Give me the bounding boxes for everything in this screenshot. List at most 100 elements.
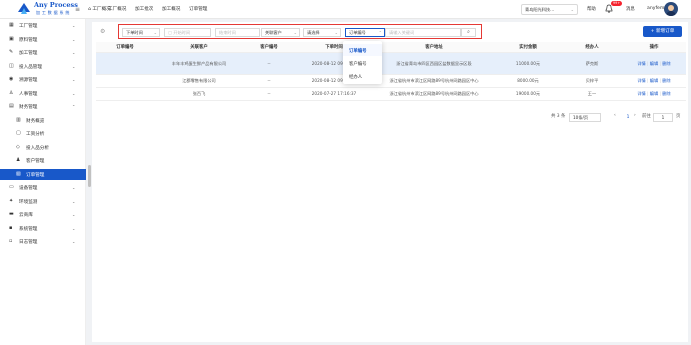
chevron-down-icon: ⌄ — [153, 30, 157, 35]
sidebar-scrollbar[interactable] — [88, 165, 91, 187]
page-size-select[interactable]: 10条/页 — [569, 113, 601, 122]
sidebar-item-3[interactable]: ◫ 投入品管理 ⌄ — [0, 61, 86, 72]
edit-link[interactable]: 编辑 — [650, 91, 658, 96]
table-row[interactable]: 江郡零售有限公司 -- 2020-08-12 09:00:00 浙江省杭州市滨江区网路… — [96, 74, 686, 88]
sidebar-item-0[interactable]: ▦ 工厂管理 ⌄ — [0, 20, 86, 31]
collapse-menu-icon[interactable]: ≡ — [75, 6, 80, 13]
column-header: 客户地址 — [374, 42, 494, 53]
box-icon: ▣ — [9, 35, 14, 42]
sidebar-item-label: 财务管理 — [19, 105, 38, 110]
chevron-down-icon: ⌄ — [570, 7, 574, 12]
add-order-button[interactable]: + 新增订单 — [643, 26, 682, 37]
table-cell: 江郡零售有限公司 — [154, 74, 244, 88]
sidebar-item-16[interactable]: ▫ 日志管理 ⌄ — [0, 236, 86, 247]
search-field-select[interactable]: 订单编号 ⌃ — [345, 28, 385, 37]
search-button[interactable]: ⌕ — [461, 28, 476, 37]
sidebar-item-5[interactable]: ♙ 人事管理 ⌄ — [0, 88, 86, 99]
table-row[interactable]: 丰年丰鸡蛋生鲜产品有限公司 -- 2020-08-12 09:00:00 浙江省青岛市… — [96, 52, 686, 75]
sidebar-item-label: 投入品分析 — [26, 145, 49, 151]
detail-link[interactable]: 详情 — [637, 61, 645, 66]
sidebar-item-label: 投入品管理 — [19, 64, 42, 70]
table-cell: -- — [244, 74, 294, 88]
logo-icon — [18, 3, 30, 14]
chevron-icon: ⌄ — [72, 50, 76, 55]
column-header: 客户编号 — [244, 42, 294, 53]
delete-link[interactable]: 删除 — [662, 78, 670, 83]
scan-icon: ◉ — [9, 76, 14, 82]
sidebar-item-12[interactable]: ▭ 设备管理 ⌄ — [0, 182, 86, 193]
table-cell — [96, 52, 154, 75]
avatar[interactable] — [664, 2, 678, 16]
username[interactable]: anyfem — [647, 6, 664, 11]
sidebar-item-1[interactable]: ▣ 原料管理 ⌄ — [0, 34, 86, 45]
sidebar-item-6[interactable]: ▤ 财务管理 ⌃ — [0, 101, 86, 112]
sidebar-item-label: 日志管理 — [19, 240, 38, 245]
prev-page-icon[interactable]: ‹ — [614, 113, 616, 118]
messages-link[interactable]: 消息 — [626, 6, 635, 12]
dropdown-option-handler[interactable]: 经办人 — [343, 70, 382, 82]
sidebar-item-7[interactable]: ▥ 财务概览 — [0, 115, 86, 126]
nav-item-4[interactable]: 订单管理 — [189, 6, 207, 12]
column-header: 操作 — [622, 42, 686, 53]
shop-icon: ▬ — [9, 211, 14, 217]
people-icon: ♟ — [16, 157, 21, 163]
company-select[interactable]: 青岛阳光科技... ⌄ — [521, 4, 578, 15]
column-header: 实付金额 — [494, 42, 562, 53]
order-time-select[interactable]: 下单时间 ⌄ — [122, 28, 160, 37]
table-header: 订单编号 关联客户 客户编号 下单时间 客户地址 实付金额 经办人 操作 — [96, 42, 686, 53]
edit-link[interactable]: 编辑 — [650, 61, 658, 66]
chevron-down-icon: ⌄ — [293, 30, 297, 35]
sidebar-item-label: 环境监测 — [19, 199, 38, 205]
detail-link[interactable]: 详情 — [637, 78, 645, 83]
app-title: Any Process — [34, 1, 78, 9]
grid-icon: ▦ — [9, 22, 14, 28]
current-page[interactable]: 1 — [624, 113, 632, 122]
wrench-icon: ✎ — [9, 49, 14, 55]
sidebar-item-label: 客户管理 — [26, 159, 45, 164]
sidebar-item-14[interactable]: ▬ 云商库 ⌄ — [0, 209, 86, 220]
delete-link[interactable]: 删除 — [662, 91, 670, 96]
chevron-icon: ⌄ — [72, 225, 76, 231]
dropdown-option-order-no[interactable]: 订单编号 — [343, 44, 382, 56]
sidebar-item-4[interactable]: ◉ 溯源管理 ⌄ — [0, 74, 86, 85]
table-cell — [96, 87, 154, 101]
sidebar-item-11[interactable]: ▧ 订单管理 — [0, 168, 86, 180]
sidebar-item-2[interactable]: ✎ 加工管理 ⌄ — [0, 47, 86, 58]
chevron-up-icon: ⌃ — [378, 30, 382, 35]
sidebar-item-8[interactable]: ▢ 工资分析 — [0, 128, 86, 139]
help-link[interactable]: 帮助 — [587, 6, 596, 12]
edit-link[interactable]: 编辑 — [650, 78, 658, 83]
nav-item-2[interactable]: 加工批次 — [135, 6, 153, 12]
finance-icon: ▤ — [9, 103, 14, 109]
row-actions: 详情 | 编辑 | 删除 — [622, 74, 686, 88]
chevron-icon: ⌄ — [72, 239, 76, 244]
table-cell: 萨克斯 — [562, 52, 622, 75]
sidebar-item-15[interactable]: ▪ 系统管理 ⌄ — [0, 223, 86, 234]
chevron-icon: ⌄ — [72, 90, 76, 96]
sidebar-item-10[interactable]: ♟ 客户管理 — [0, 155, 86, 166]
settings-icon[interactable]: ⚙ — [100, 28, 105, 35]
sidebar-item-13[interactable]: ✦ 环境监测 ⌄ — [0, 196, 86, 207]
goto-page-input[interactable]: 1 — [653, 113, 673, 122]
table-cell: 2020-07-27 17:16:37 — [294, 87, 374, 101]
delete-link[interactable]: 删除 — [662, 61, 670, 66]
nav-item-3[interactable]: 加工概况 — [162, 6, 180, 12]
sidebar-item-label: 系统管理 — [19, 226, 38, 232]
sidebar-item-label: 溯源管理 — [19, 78, 38, 83]
dropdown-option-customer-no[interactable]: 客户编号 — [343, 57, 382, 69]
status-select[interactable]: 请选择 ⌄ — [303, 28, 341, 37]
search-field-dropdown: 订单编号 客户编号 经办人 — [343, 41, 382, 84]
column-header: 关联客户 — [154, 42, 244, 53]
table-cell: 丰年丰鸡蛋生鲜产品有限公司 — [154, 52, 244, 75]
nav-item-1[interactable]: 工厂概况 — [108, 6, 126, 12]
table-cell — [96, 74, 154, 88]
customer-select[interactable]: 关联客户 ⌄ — [261, 28, 300, 37]
sidebar-item-9[interactable]: ◇ 投入品分析 — [0, 142, 86, 153]
start-time-input[interactable]: ▢ 开始时间 — [164, 28, 211, 37]
table-row[interactable]: 张百飞 -- 2020-07-27 17:16:37 浙江省杭州市滨江区网路89号杭州… — [96, 87, 686, 101]
search-input[interactable]: 请输入关键词 — [385, 28, 461, 37]
next-page-icon[interactable]: › — [634, 113, 636, 118]
chevron-icon: ⌄ — [72, 63, 76, 69]
end-time-input[interactable]: 结束时间 — [215, 28, 260, 37]
detail-link[interactable]: 详情 — [637, 91, 645, 96]
